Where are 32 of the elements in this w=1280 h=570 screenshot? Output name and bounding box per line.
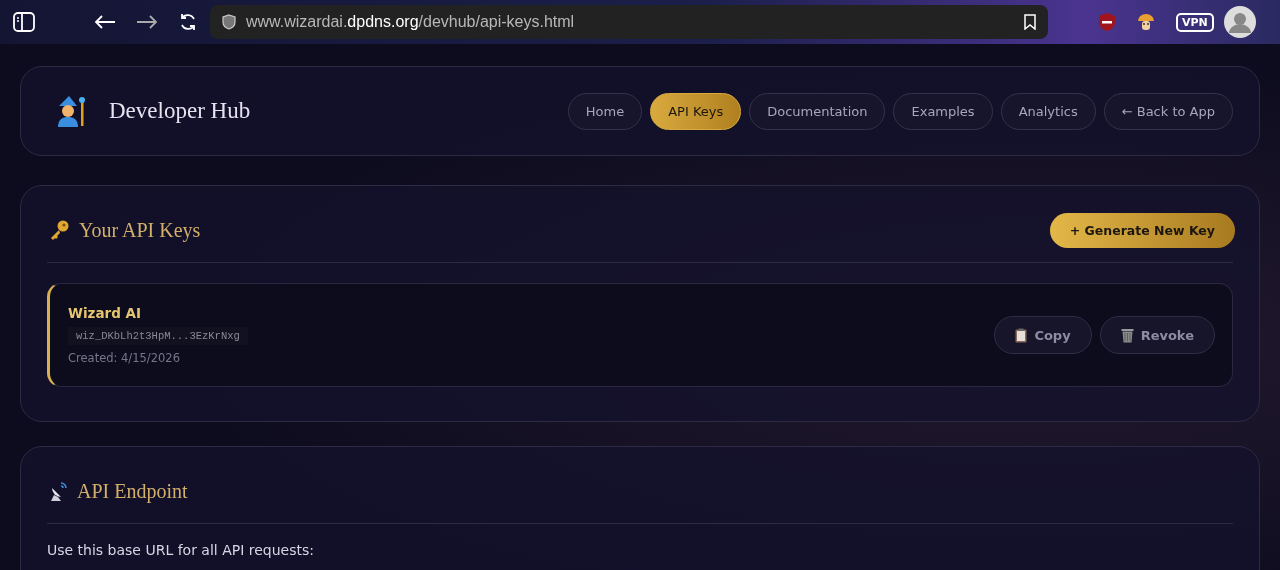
key-name: Wizard AI — [68, 305, 141, 321]
nav-tab[interactable]: Analytics — [1000, 92, 1096, 130]
endpoint-description: Use this base URL for all API requests: — [47, 542, 315, 558]
trash-icon — [1120, 327, 1134, 343]
clipboard-icon — [1015, 327, 1028, 343]
forward-icon[interactable] — [136, 14, 158, 30]
bookmark-icon[interactable] — [1024, 14, 1036, 30]
section-title: API Endpoint — [77, 479, 188, 503]
generate-key-button[interactable]: + Generate New Key — [1049, 212, 1235, 248]
back-icon[interactable] — [94, 14, 116, 30]
revoke-button[interactable]: Revoke — [1099, 316, 1215, 354]
reload-icon[interactable] — [178, 12, 198, 32]
key-icon — [49, 219, 71, 241]
sidebar-icon[interactable] — [12, 11, 36, 33]
vpn-badge[interactable]: VPN — [1176, 12, 1214, 32]
shield-icon — [222, 14, 236, 30]
shield-block-icon[interactable] — [1098, 12, 1116, 32]
page-title: Developer Hub — [109, 98, 251, 124]
avatar-icon[interactable] — [1223, 6, 1256, 38]
api-key-value: wiz_DKbLh2t3HpM...3EzKrNxg — [68, 327, 248, 345]
created-date: Created: 4/15/2026 — [68, 351, 180, 365]
section-title: Your API Keys — [79, 218, 201, 242]
nav-tab[interactable]: Documentation — [749, 92, 886, 130]
mushroom-icon[interactable] — [1136, 12, 1156, 32]
nav-tab[interactable]: API Keys — [650, 92, 742, 130]
address-bar[interactable]: www.wizardai.dpdns.org/devhub/api-keys.html — [210, 5, 1048, 39]
copy-button[interactable]: Copy — [994, 316, 1092, 354]
nav-tab[interactable]: ← Back to App — [1103, 92, 1233, 130]
satellite-dish-icon — [49, 480, 69, 502]
nav-tab[interactable]: Home — [567, 92, 643, 130]
nav-tab[interactable]: Examples — [893, 92, 993, 130]
url-text: www.wizardai.dpdns.org/devhub/api-keys.html — [246, 13, 575, 31]
